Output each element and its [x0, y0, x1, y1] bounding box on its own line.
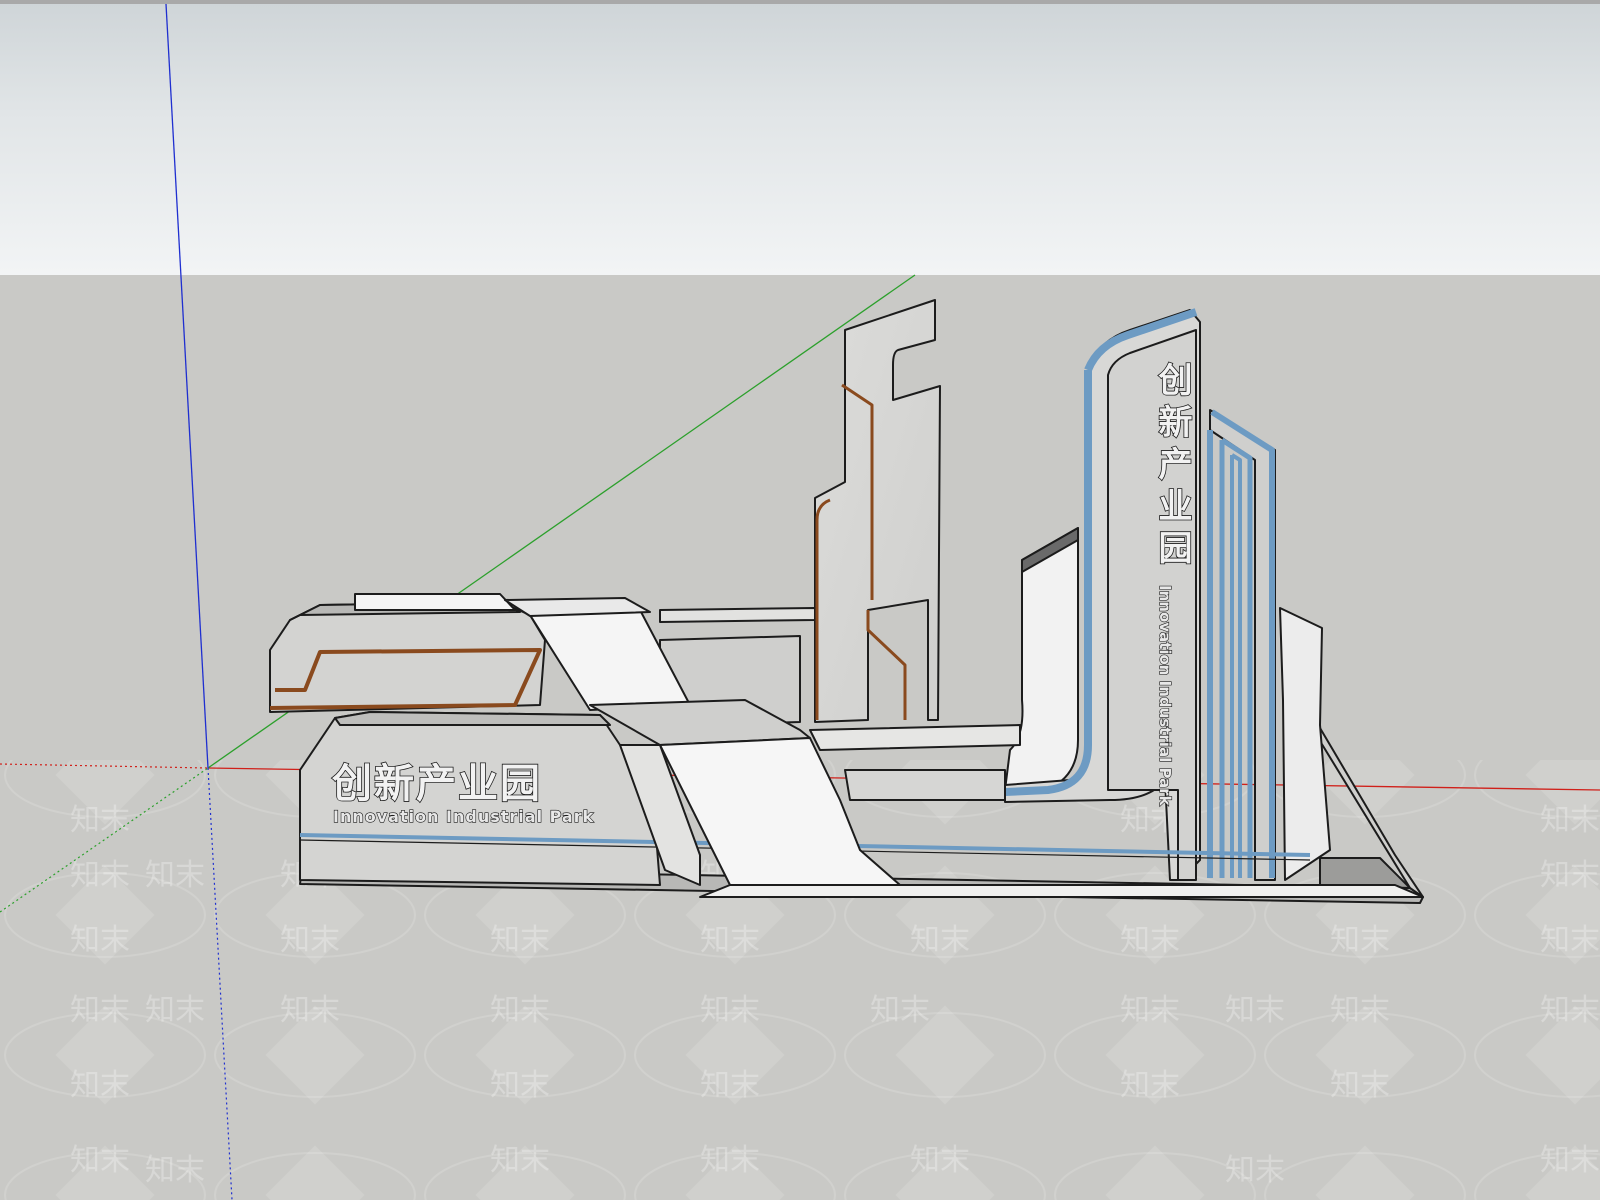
mid-beam — [809, 724, 1021, 751]
upper-left-box — [269, 601, 546, 713]
watermark-text: 知末 — [870, 993, 930, 1028]
watermark-text: 知末 — [1540, 858, 1600, 893]
watermark-text: 知末 — [1225, 1153, 1285, 1188]
watermark-text: 知末 — [1120, 993, 1180, 1028]
watermark-text: 知末 — [490, 1143, 550, 1178]
front-base-strip — [699, 884, 1424, 898]
watermark-text: 知末 — [70, 993, 130, 1028]
watermark-text: 知末 — [70, 1143, 130, 1178]
watermark-text: 知末 — [490, 1068, 550, 1103]
watermark-text: 知末 — [145, 858, 205, 893]
watermark-text: 知末 — [910, 923, 970, 958]
sign-title-en: Innovation Industrial Park — [333, 807, 594, 826]
watermark-text: 知末 — [1330, 993, 1390, 1028]
watermark-text: 知末 — [700, 1143, 760, 1178]
brown-accent-col-b — [866, 610, 907, 720]
watermark-text: 知末 — [700, 993, 760, 1028]
watermark-text: 知末 — [1540, 993, 1600, 1028]
watermark-text: 知末 — [280, 923, 340, 958]
watermark-text: 知末 — [1330, 923, 1390, 958]
watermark-text: 知末 — [70, 858, 130, 893]
watermark-text: 知末 — [70, 1068, 130, 1103]
watermark-text: 知末 — [70, 803, 130, 838]
diagonal-slab-upper — [529, 609, 691, 711]
watermark-text: 知末 — [1225, 993, 1285, 1028]
watermark-text: 知末 — [280, 993, 340, 1028]
model-canvas[interactable]: 知末 知末 知末 知末 知末 知末 知末 知末 知末 知末 知末 知末 知末 知… — [0, 0, 1600, 1200]
watermark-text: 知末 — [1330, 1068, 1390, 1103]
sketchup-viewport[interactable]: 知末 知末 知末 知末 知末 知末 知末 知末 知末 知末 知末 知末 知末 知… — [0, 0, 1600, 1200]
back-beam-upper — [659, 607, 816, 623]
watermark-text: 知末 — [700, 1068, 760, 1103]
watermark-text: 知末 — [910, 1143, 970, 1178]
mid-beam-lower — [844, 769, 1006, 801]
watermark-text: 知末 — [490, 993, 550, 1028]
watermark-text: 知末 — [1120, 1068, 1180, 1103]
watermark-text: 知末 — [700, 923, 760, 958]
watermark-text: 知末 — [1540, 1143, 1600, 1178]
watermark-text: 知末 — [145, 993, 205, 1028]
tower-title-cn: 创新产业园 — [1152, 362, 1193, 572]
sign-title-cn: 创新产业园 — [332, 761, 542, 807]
upper-left-cap — [354, 593, 516, 611]
watermark-text: 知末 — [145, 1153, 205, 1188]
right-white-panel — [1279, 607, 1331, 881]
front-sign-top — [334, 711, 611, 726]
watermark-text: 知末 — [1540, 923, 1600, 958]
watermark-text: 知末 — [70, 923, 130, 958]
tower-title-en: Innovation Industrial Park — [1156, 585, 1174, 807]
rear-curved-wall — [1004, 527, 1079, 791]
watermark-text: 知末 — [1120, 923, 1180, 958]
tall-column-left — [814, 299, 941, 723]
watermark-text: 知末 — [1540, 803, 1600, 838]
blue-axis — [165, 3, 209, 769]
watermark-text: 知末 — [490, 923, 550, 958]
